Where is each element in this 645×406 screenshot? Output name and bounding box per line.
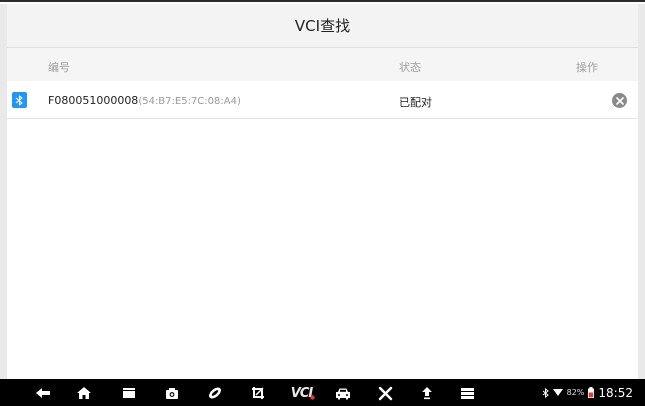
column-header-status: 状态 — [399, 61, 421, 74]
device-serial: F080051000008(54:B7:E5:7C:08:A4) — [48, 94, 241, 107]
vci-icon[interactable]: VCI — [290, 384, 316, 402]
tools-icon[interactable] — [376, 384, 394, 402]
device-status: 已配对 — [399, 96, 432, 109]
device-mac-address: (54:B7:E5:7C:08:A4) — [138, 96, 241, 107]
column-header-id: 编号 — [48, 61, 70, 74]
status-tray: 82% 18:52 — [542, 379, 633, 406]
system-navigation-bar: VCI 82% 18:52 — [0, 379, 645, 406]
upload-icon[interactable] — [418, 384, 436, 402]
home-icon[interactable] — [75, 384, 93, 402]
vci-label: VCI — [290, 385, 313, 401]
right-margin — [638, 4, 645, 381]
menu-icon[interactable] — [458, 384, 476, 402]
car-icon[interactable] — [334, 384, 352, 402]
recent-apps-icon[interactable] — [120, 384, 138, 402]
bluetooth-icon — [12, 92, 27, 108]
bluetooth-status-icon — [542, 387, 549, 398]
close-icon — [615, 96, 624, 105]
browser-icon[interactable] — [206, 384, 224, 402]
vci-status-dot — [310, 395, 315, 400]
app-window: VCI查找 编号 状态 操作 F080051000008(54:B7:E5:7C… — [0, 0, 645, 406]
battery-icon — [588, 387, 595, 398]
device-list-empty-area — [7, 119, 638, 381]
table-row[interactable]: F080051000008(54:B7:E5:7C:08:A4) 已配对 — [7, 82, 638, 119]
left-margin — [0, 4, 7, 381]
table-header: 编号 状态 操作 — [7, 48, 638, 81]
camera-icon[interactable] — [163, 384, 181, 402]
remove-device-button[interactable] — [612, 93, 627, 108]
title-bar: VCI查找 — [7, 4, 638, 48]
wifi-icon — [552, 389, 563, 396]
clock: 18:52 — [598, 385, 633, 400]
page-title: VCI查找 — [294, 17, 351, 35]
battery-percent: 82% — [566, 388, 585, 397]
screenshot-crop-icon[interactable] — [249, 384, 267, 402]
column-header-action: 操作 — [576, 61, 598, 74]
device-serial-number: F080051000008 — [48, 94, 139, 107]
back-icon[interactable] — [34, 384, 52, 402]
